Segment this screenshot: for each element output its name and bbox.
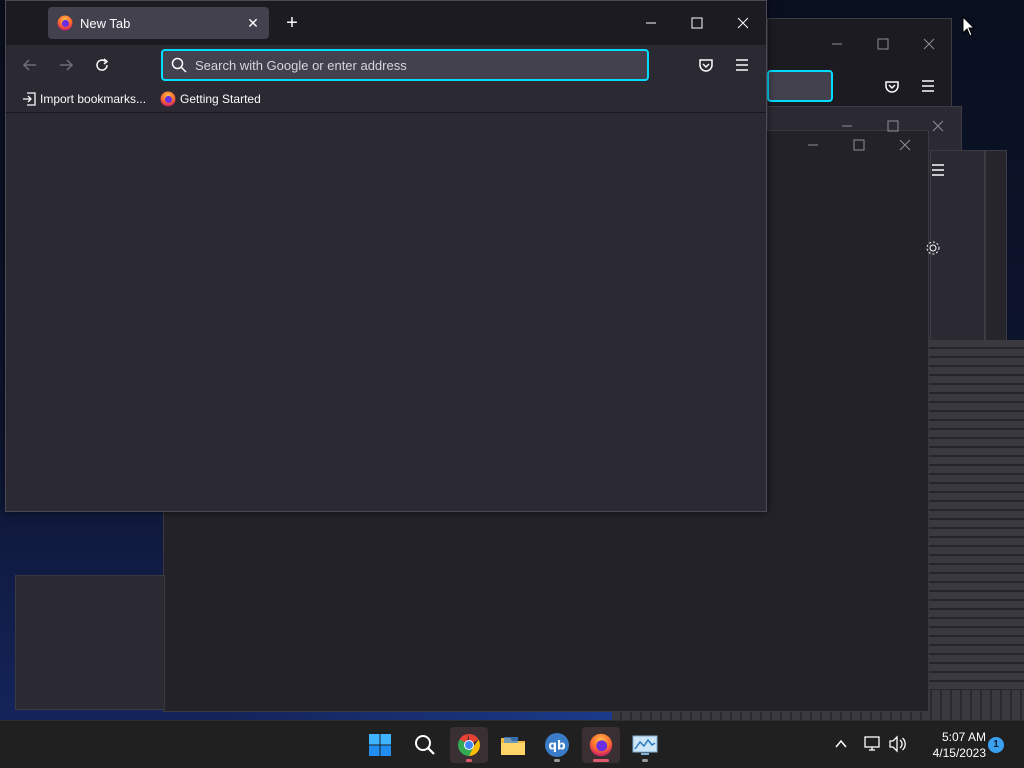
url-input[interactable] <box>195 57 647 73</box>
running-indicator <box>642 759 648 762</box>
maximize-icon <box>691 17 703 29</box>
clock-time: 5:07 AM <box>941 730 986 744</box>
taskbar: qb 5:07 AM 4/15/2023 1 <box>0 720 1024 768</box>
forward-button[interactable] <box>52 51 80 79</box>
clock[interactable]: 5:07 AM 4/15/2023 <box>918 729 986 761</box>
trailing-window-stairs <box>928 340 1024 720</box>
chrome-icon <box>458 734 480 756</box>
taskbar-firefox[interactable] <box>582 727 620 763</box>
ghost-minimize-icon-3 <box>808 144 818 146</box>
active-indicator <box>593 759 609 762</box>
pocket-icon <box>699 59 713 72</box>
network-icon[interactable] <box>864 735 882 753</box>
back-arrow-icon <box>22 59 36 71</box>
bookmark-label: Getting Started <box>180 91 261 106</box>
start-button[interactable] <box>361 727 399 763</box>
running-indicator <box>554 759 560 762</box>
nav-toolbar <box>6 45 766 85</box>
chevron-up-icon[interactable] <box>834 738 848 750</box>
reload-icon <box>96 58 109 71</box>
search-icon <box>415 735 435 755</box>
ghost-close-icon-3 <box>899 139 911 151</box>
minimize-icon <box>646 22 656 24</box>
pocket-button[interactable] <box>692 51 720 79</box>
forward-arrow-icon <box>60 59 74 71</box>
ghost-menu-icon-2 <box>932 164 944 176</box>
ghost-minimize-icon-2 <box>842 125 852 127</box>
maximize-button[interactable] <box>682 9 712 37</box>
firefox-icon <box>160 91 176 106</box>
mouse-cursor-icon <box>962 16 976 37</box>
notification-badge[interactable]: 1 <box>988 737 1004 753</box>
ghost-pocket-icon <box>885 81 899 93</box>
back-button[interactable] <box>16 51 44 79</box>
running-indicator <box>466 759 472 762</box>
firefox-icon <box>57 15 73 31</box>
titlebar[interactable]: New Tab ✕ + <box>6 1 766 45</box>
taskbar-qbittorrent[interactable]: qb <box>538 727 576 763</box>
volume-icon[interactable] <box>888 735 908 753</box>
taskbar-resource-monitor[interactable] <box>626 727 664 763</box>
tab-close-icon[interactable]: ✕ <box>245 15 261 31</box>
folder-icon <box>501 737 525 755</box>
ghost-minimize-icon <box>832 43 842 45</box>
ghost-close-icon <box>923 38 935 50</box>
bookmark-getting-started[interactable]: Getting Started <box>156 89 265 109</box>
hamburger-menu-icon <box>736 59 748 71</box>
import-icon <box>23 91 36 106</box>
taskbar-chrome[interactable] <box>450 727 488 763</box>
taskbar-file-explorer[interactable] <box>494 727 532 763</box>
tab-label: New Tab <box>80 15 131 31</box>
ghost-gear-icon <box>926 241 940 255</box>
ghost-maximize-icon-2 <box>887 120 899 132</box>
ghost-maximize-icon-3 <box>853 139 865 151</box>
search-button[interactable] <box>406 727 444 763</box>
page-content[interactable] <box>6 114 766 511</box>
tab-new-tab[interactable]: New Tab ✕ <box>48 7 269 39</box>
firefox-window: New Tab ✕ + Search with Google or enter … <box>5 0 767 512</box>
monitor-icon <box>632 735 658 755</box>
bookmarks-toolbar: Import bookmarks... Getting Started <box>6 85 766 113</box>
minimize-button[interactable] <box>636 9 666 37</box>
firefox-icon <box>589 733 613 757</box>
svg-text:qb: qb <box>548 739 566 753</box>
clock-date: 4/15/2023 <box>932 746 986 760</box>
ghost-menu-icon <box>922 80 934 92</box>
app-menu-button[interactable] <box>728 51 756 79</box>
ghost-close-icon-2 <box>932 120 944 132</box>
close-icon <box>737 17 749 29</box>
ghost-window-1-urlbar <box>767 70 833 102</box>
bookmark-import[interactable]: Import bookmarks... <box>18 90 150 108</box>
background-window-left <box>15 575 165 710</box>
new-tab-button[interactable]: + <box>280 11 304 35</box>
ghost-maximize-icon <box>877 38 889 50</box>
qbittorrent-icon: qb <box>545 733 569 757</box>
reload-button[interactable] <box>88 51 116 79</box>
windows-logo-icon <box>369 734 391 756</box>
bookmark-label: Import bookmarks... <box>40 91 147 106</box>
url-bar[interactable] <box>161 49 649 81</box>
close-window-button[interactable] <box>728 9 758 37</box>
search-icon <box>171 57 187 73</box>
